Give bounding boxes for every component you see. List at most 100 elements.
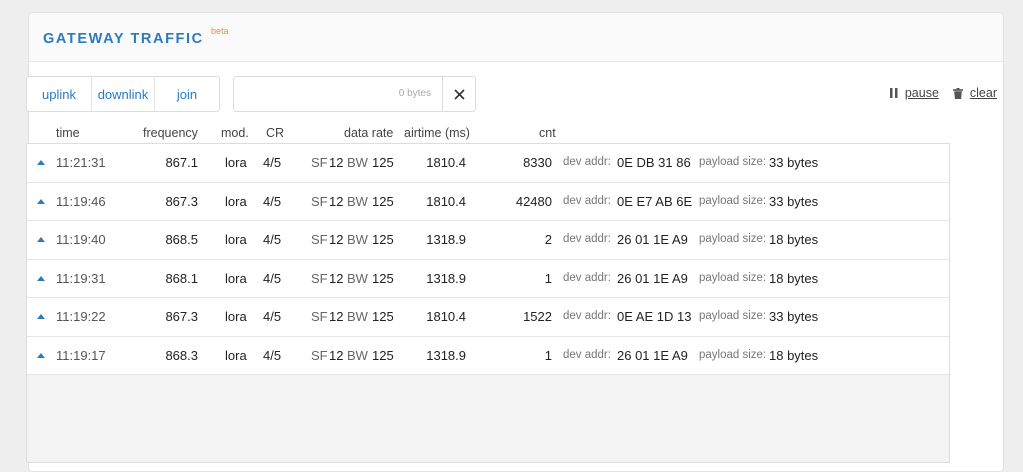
row-bw-label: BW bbox=[347, 232, 368, 247]
table-row[interactable]: 11:19:40 868.5 lora 4/5 SF 12 BW 125 1318.9 2 dev … bbox=[27, 221, 949, 260]
row-modulation: lora bbox=[225, 193, 247, 209]
row-payload-size: 33 bytes bbox=[769, 309, 819, 324]
close-icon bbox=[453, 88, 465, 100]
row-coding-rate: 4/5 bbox=[263, 309, 282, 324]
row-sf-label: SF bbox=[311, 347, 328, 363]
filter-size-label: 0 bytes bbox=[398, 88, 431, 99]
row-airtime: 1318.9 bbox=[426, 232, 466, 247]
row-dev-addr-label: dev addr: bbox=[563, 310, 611, 322]
row-bandwidth: 125 bbox=[372, 232, 394, 247]
table-row[interactable]: 11:21:31 867.1 lora 4/5 SF 12 BW 125 1810.4 8330 d… bbox=[27, 144, 949, 183]
row-payload-size: 18 bytes bbox=[769, 270, 819, 286]
header-cr: CR bbox=[266, 126, 285, 140]
row-dev-addr: 0E AE 1D 13 bbox=[617, 309, 692, 324]
row-spreading-factor: 12 bbox=[329, 193, 344, 209]
row-count: 8330 bbox=[523, 155, 552, 170]
row-count: 2 bbox=[544, 232, 552, 247]
row-spreading-factor: 12 bbox=[329, 347, 344, 363]
row-dev-addr-label: dev addr: bbox=[563, 348, 611, 361]
row-spreading-factor: 12 bbox=[329, 232, 344, 247]
row-frequency: 867.3 bbox=[165, 309, 198, 324]
uplink-filter-button[interactable]: uplink bbox=[27, 77, 92, 111]
beta-badge: beta bbox=[211, 26, 229, 36]
row-sf-label: SF bbox=[311, 309, 328, 324]
row-payload-size: 18 bytes bbox=[769, 347, 819, 363]
table-row[interactable]: 11:19:17 868.3 lora 4/5 SF 12 BW 125 1318.9 1 dev … bbox=[27, 336, 949, 375]
column-headers: time frequency mod. CR data rate airtime… bbox=[26, 126, 950, 144]
row-bw-label: BW bbox=[347, 155, 368, 170]
traffic-actions: pause clear bbox=[889, 86, 997, 100]
row-time: 11:19:46 bbox=[56, 193, 106, 209]
uplink-arrow-icon bbox=[37, 237, 45, 242]
trash-icon bbox=[952, 87, 963, 99]
filter-search-box: 0 bytes bbox=[233, 76, 476, 112]
uplink-arrow-icon bbox=[37, 352, 45, 358]
table-row[interactable]: 11:19:22 867.3 lora 4/5 SF 12 BW 125 1810.4 1522 d… bbox=[27, 298, 949, 337]
header-time: time bbox=[56, 126, 80, 140]
clear-button[interactable]: clear bbox=[952, 86, 997, 100]
row-airtime: 1318.9 bbox=[426, 347, 466, 363]
row-payload-label: payload size: bbox=[699, 233, 767, 245]
row-dev-addr: 0E E7 AB 6E bbox=[617, 193, 693, 209]
row-payload-size: 33 bytes bbox=[769, 193, 819, 209]
row-payload-size: 33 bytes bbox=[769, 155, 819, 170]
header-frequency: frequency bbox=[143, 126, 198, 140]
row-time: 11:19:31 bbox=[56, 270, 106, 286]
row-frequency: 867.3 bbox=[165, 193, 198, 209]
direction-filter-group: uplink downlink join bbox=[26, 76, 220, 112]
uplink-arrow-icon bbox=[37, 314, 45, 319]
row-spreading-factor: 12 bbox=[329, 155, 344, 170]
row-modulation: lora bbox=[225, 232, 247, 247]
row-bandwidth: 125 bbox=[372, 309, 394, 324]
row-time: 11:21:31 bbox=[56, 155, 106, 170]
row-bandwidth: 125 bbox=[372, 347, 394, 363]
header-airtime: airtime (ms) bbox=[404, 126, 470, 140]
row-modulation: lora bbox=[225, 270, 247, 286]
row-frequency: 868.3 bbox=[165, 347, 198, 363]
downlink-filter-button[interactable]: downlink bbox=[92, 77, 155, 111]
row-bw-label: BW bbox=[347, 347, 368, 363]
row-airtime: 1810.4 bbox=[426, 193, 466, 209]
row-coding-rate: 4/5 bbox=[263, 155, 282, 170]
row-coding-rate: 4/5 bbox=[263, 193, 282, 209]
row-modulation: lora bbox=[225, 347, 247, 363]
row-airtime: 1318.9 bbox=[426, 270, 466, 286]
row-bandwidth: 125 bbox=[372, 155, 394, 170]
row-payload-label: payload size: bbox=[699, 194, 767, 207]
row-modulation: lora bbox=[225, 309, 247, 324]
row-bw-label: BW bbox=[347, 270, 368, 286]
pause-button[interactable]: pause bbox=[889, 86, 939, 100]
row-frequency: 868.1 bbox=[165, 270, 198, 286]
clear-filter-button[interactable] bbox=[442, 77, 475, 111]
row-bandwidth: 125 bbox=[372, 270, 394, 286]
row-coding-rate: 4/5 bbox=[263, 232, 282, 247]
row-dev-addr: 26 01 1E A9 bbox=[617, 232, 688, 247]
row-time: 11:19:22 bbox=[56, 309, 106, 324]
pause-label: pause bbox=[904, 86, 939, 100]
row-count: 42480 bbox=[515, 193, 552, 209]
uplink-arrow-icon bbox=[37, 198, 45, 204]
join-filter-button[interactable]: join bbox=[155, 77, 219, 111]
row-bw-label: BW bbox=[347, 309, 368, 324]
table-row[interactable]: 11:19:46 867.3 lora 4/5 SF 12 BW 125 1810.4 42480… bbox=[27, 182, 949, 221]
uplink-arrow-icon bbox=[37, 275, 45, 281]
row-airtime: 1810.4 bbox=[426, 309, 466, 324]
row-sf-label: SF bbox=[311, 193, 328, 209]
row-frequency: 868.5 bbox=[165, 232, 198, 247]
row-bw-label: BW bbox=[347, 193, 368, 209]
row-count: 1522 bbox=[523, 309, 552, 324]
row-dev-addr: 0E DB 31 86 bbox=[617, 155, 691, 170]
row-airtime: 1810.4 bbox=[426, 155, 466, 170]
row-payload-label: payload size: bbox=[699, 271, 767, 284]
row-dev-addr-label: dev addr: bbox=[563, 271, 611, 284]
table-row[interactable]: 11:19:31 868.1 lora 4/5 SF 12 BW 125 1318.9 1 dev … bbox=[27, 259, 949, 298]
pause-icon bbox=[889, 88, 898, 98]
row-dev-addr-label: dev addr: bbox=[563, 233, 611, 245]
row-sf-label: SF bbox=[311, 270, 328, 286]
row-dev-addr-label: dev addr: bbox=[563, 194, 611, 207]
row-frequency: 867.1 bbox=[165, 155, 198, 170]
traffic-table: 11:21:31 867.1 lora 4/5 SF 12 BW 125 1810.4 8330 d… bbox=[26, 143, 950, 463]
row-sf-label: SF bbox=[311, 232, 328, 247]
page-title: GATEWAY TRAFFIC bbox=[43, 31, 204, 47]
row-modulation: lora bbox=[225, 155, 247, 170]
